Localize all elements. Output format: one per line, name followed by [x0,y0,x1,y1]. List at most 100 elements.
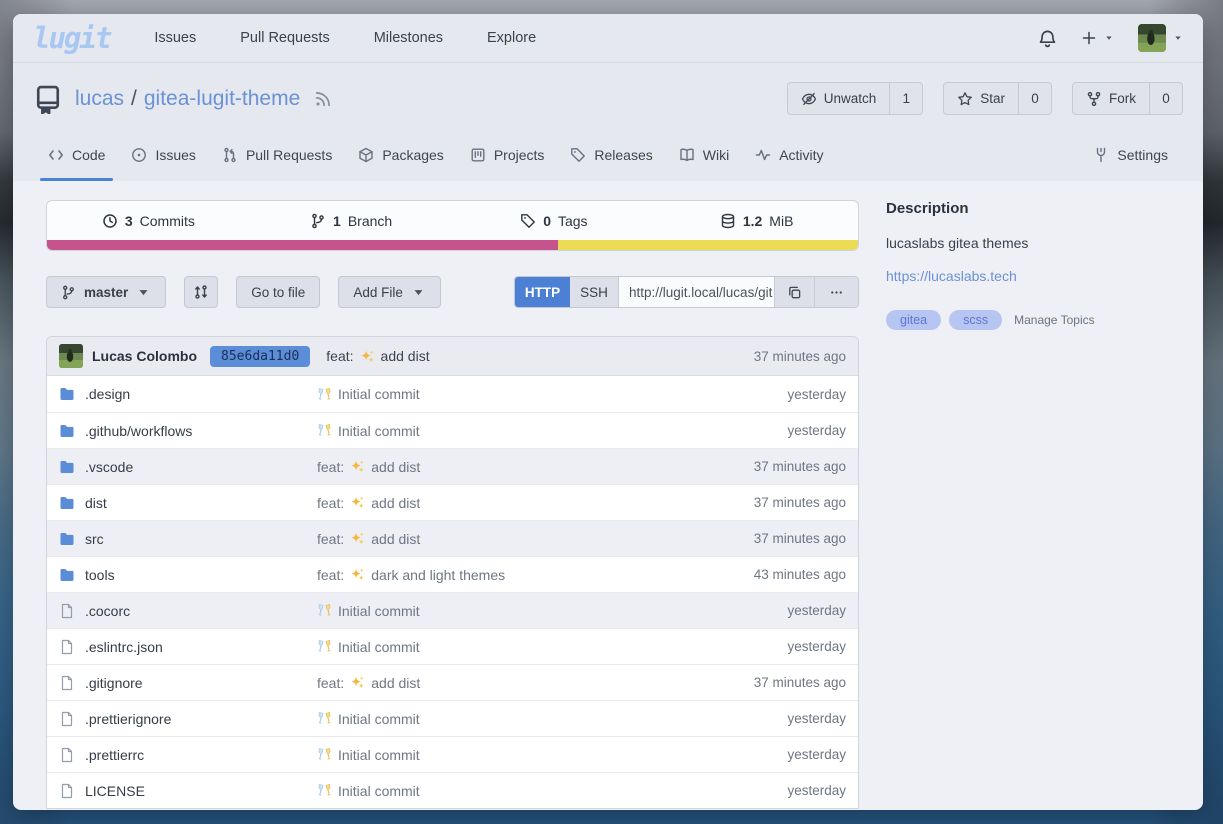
file-name-cell[interactable]: tools [59,567,317,583]
file-name-cell[interactable]: LICENSE [59,783,317,799]
file-row[interactable]: src feat: add dist 37 minutes ago [47,520,858,556]
file-name-cell[interactable]: dist [59,495,317,511]
commit-message[interactable]: feat: add dist [326,348,429,364]
repo-tab[interactable]: Activity [742,129,836,181]
repo-stat[interactable]: 1 Branch [250,201,453,240]
file-row[interactable]: .vscode feat: add dist 37 minutes ago [47,448,858,484]
file-row[interactable]: .gitignore feat: add dist 37 minutes ago [47,664,858,700]
file-commit-message[interactable]: Initial commit [317,423,696,439]
file-row[interactable]: .prettierignore Initial commit yesterday [47,700,858,736]
file-row[interactable]: .eslintrc.json Initial commit yesterday [47,628,858,664]
branch-selector[interactable]: master [46,276,166,308]
compare-button[interactable] [184,276,218,308]
notifications-bell-icon[interactable] [1038,29,1057,48]
repo-action-button[interactable]: Unwatch 1 [787,82,924,115]
file-name-cell[interactable]: .eslintrc.json [59,639,317,655]
file-commit-message[interactable]: Initial commit [317,783,696,799]
file-name-link[interactable]: dist [85,495,107,511]
commit-author-name[interactable]: Lucas Colombo [92,348,197,364]
clone-url-field[interactable]: http://lugit.local/lucas/git [619,277,774,307]
file-commit-message-text[interactable]: dark and light themes [371,567,505,583]
file-row[interactable]: .cocorc Initial commit yesterday [47,592,858,628]
file-commit-message-text[interactable]: Initial commit [338,386,420,402]
nav-item[interactable]: Milestones [374,30,443,46]
topic-pill[interactable]: scss [949,310,1002,330]
file-row[interactable]: .github/workflows Initial commit yesterd… [47,412,858,448]
go-to-file-button[interactable]: Go to file [236,276,320,308]
file-commit-message-text[interactable]: Initial commit [338,603,420,619]
file-row[interactable]: .design Initial commit yesterday [47,376,858,412]
file-name-cell[interactable]: .cocorc [59,603,317,619]
file-name-cell[interactable]: .vscode [59,459,317,475]
commit-hash-badge[interactable]: 85e6da11d0 [210,346,310,367]
file-commit-message-text[interactable]: Initial commit [338,423,420,439]
nav-item[interactable]: Explore [487,30,536,46]
file-name-link[interactable]: src [85,531,104,547]
file-commit-message[interactable]: feat: add dist [317,459,696,475]
repo-name-link[interactable]: gitea-lugit-theme [144,87,300,110]
repo-action-count[interactable]: 0 [1149,83,1182,114]
commit-author-avatar[interactable] [59,344,83,368]
file-name-cell[interactable]: .gitignore [59,675,317,691]
file-name-link[interactable]: .gitignore [85,675,143,691]
clone-http-button[interactable]: HTTP [515,277,570,307]
repo-tab[interactable]: Projects [457,129,558,181]
file-name-cell[interactable]: .design [59,386,317,402]
file-name-link[interactable]: .vscode [85,459,133,475]
language-bar[interactable] [47,240,858,250]
file-name-cell[interactable]: .prettierrc [59,747,317,763]
tab-settings[interactable]: Settings [1080,129,1181,181]
repo-tab[interactable]: Packages [345,129,456,181]
file-name-link[interactable]: .github/workflows [85,423,192,439]
file-commit-message[interactable]: feat: dark and light themes [317,567,696,583]
file-commit-message[interactable]: feat: add dist [317,531,696,547]
repo-tab[interactable]: Pull Requests [209,129,345,181]
create-new-menu[interactable] [1081,30,1114,46]
file-name-link[interactable]: .cocorc [85,603,130,619]
repo-action-count[interactable]: 1 [889,83,922,114]
file-commit-message[interactable]: Initial commit [317,386,696,402]
file-commit-message-text[interactable]: Initial commit [338,783,420,799]
repo-action-count[interactable]: 0 [1018,83,1051,114]
repo-tab[interactable]: Code [35,129,118,181]
file-row[interactable]: tools feat: dark and light themes 43 min… [47,556,858,592]
file-commit-message[interactable]: Initial commit [317,711,696,727]
file-commit-message[interactable]: Initial commit [317,603,696,619]
repo-stat[interactable]: 0 Tags [453,201,656,240]
file-name-link[interactable]: tools [85,567,115,583]
file-commit-message-text[interactable]: Initial commit [338,639,420,655]
file-row[interactable]: .prettierrc Initial commit yesterday [47,736,858,772]
file-commit-message-text[interactable]: add dist [371,675,420,691]
more-options-button[interactable] [814,277,858,307]
file-commit-message-text[interactable]: add dist [371,459,420,475]
repo-stat[interactable]: 1.2 MiB [655,201,858,240]
file-name-link[interactable]: .design [85,386,130,402]
file-commit-message-text[interactable]: add dist [371,531,420,547]
repo-tab[interactable]: Releases [557,129,665,181]
file-name-link[interactable]: LICENSE [85,783,145,799]
clone-ssh-button[interactable]: SSH [570,277,619,307]
file-name-cell[interactable]: .prettierignore [59,711,317,727]
file-row[interactable]: dist feat: add dist 37 minutes ago [47,484,858,520]
rss-feed-icon[interactable] [314,90,332,108]
repo-stat[interactable]: 3 Commits [47,201,250,240]
file-commit-message[interactable]: Initial commit [317,747,696,763]
topic-pill[interactable]: gitea [886,310,941,330]
file-commit-message-text[interactable]: add dist [371,495,420,511]
file-commit-message[interactable]: feat: add dist [317,675,696,691]
file-commit-message-text[interactable]: Initial commit [338,711,420,727]
manage-topics-link[interactable]: Manage Topics [1014,313,1095,327]
file-name-cell[interactable]: src [59,531,317,547]
repo-owner-link[interactable]: lucas [75,87,124,110]
repo-action-button[interactable]: Star 0 [943,82,1052,115]
copy-url-button[interactable] [774,277,814,307]
add-file-button[interactable]: Add File [338,276,441,308]
repo-tab[interactable]: Issues [118,129,208,181]
file-name-link[interactable]: .eslintrc.json [85,639,163,655]
file-commit-message-text[interactable]: Initial commit [338,747,420,763]
repo-tab[interactable]: Wiki [666,129,742,181]
nav-item[interactable]: Issues [154,30,196,46]
file-name-cell[interactable]: .github/workflows [59,423,317,439]
file-name-link[interactable]: .prettierrc [85,747,144,763]
repo-action-button[interactable]: Fork 0 [1072,82,1183,115]
